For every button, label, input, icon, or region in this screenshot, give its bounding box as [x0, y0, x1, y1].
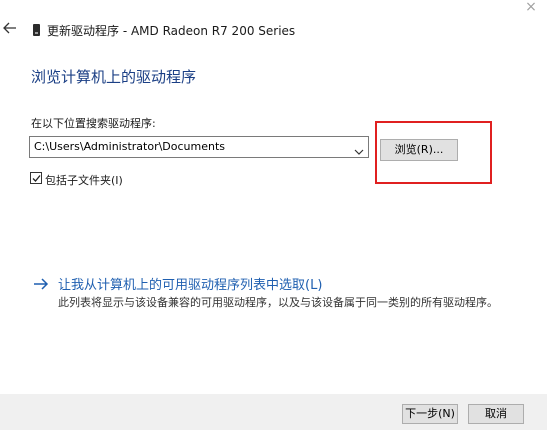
cancel-button[interactable]: 取消: [468, 404, 524, 424]
footer-bar: [0, 394, 547, 430]
path-combobox[interactable]: C:\Users\Administrator\Documents: [29, 136, 369, 158]
path-input[interactable]: C:\Users\Administrator\Documents: [34, 140, 225, 153]
page-title: 浏览计算机上的驱动程序: [31, 68, 197, 86]
pick-driver-description: 此列表将显示与该设备兼容的可用驱动程序，以及与该设备属于同一类别的所有驱动程序。: [58, 296, 498, 309]
include-subfolders-checkbox[interactable]: [30, 172, 42, 184]
close-button[interactable]: ×: [519, 0, 543, 20]
checkmark-icon: [32, 175, 41, 182]
back-arrow-icon[interactable]: [2, 20, 18, 36]
pick-driver-link[interactable]: 让我从计算机上的可用驱动程序列表中选取(L): [58, 274, 322, 293]
arrow-right-icon[interactable]: [33, 276, 49, 290]
search-location-label: 在以下位置搜索驱动程序:: [31, 117, 156, 130]
highlight-box: [375, 121, 492, 184]
device-icon: [33, 24, 40, 36]
next-button[interactable]: 下一步(N): [402, 404, 458, 424]
window-title: 更新驱动程序 - AMD Radeon R7 200 Series: [47, 24, 296, 38]
chevron-down-icon[interactable]: [353, 142, 365, 155]
include-subfolders-label[interactable]: 包括子文件夹(I): [45, 172, 123, 188]
